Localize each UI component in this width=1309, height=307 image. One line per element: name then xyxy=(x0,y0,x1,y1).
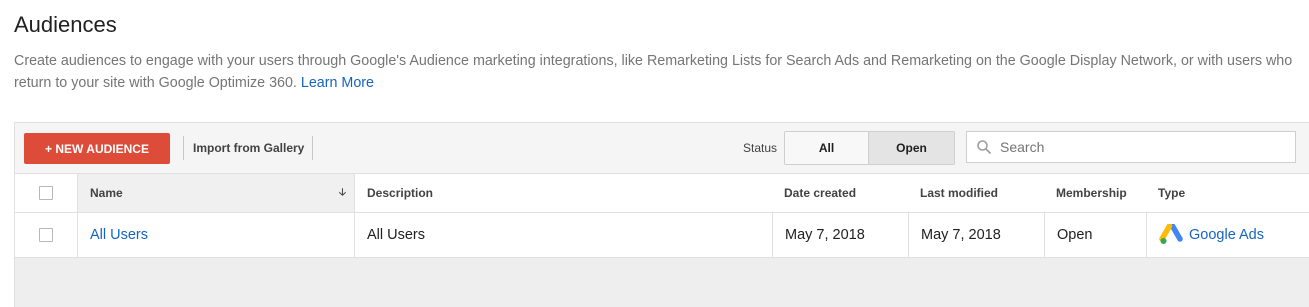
column-header-date-created[interactable]: Date created xyxy=(772,174,908,212)
learn-more-link[interactable]: Learn More xyxy=(301,75,374,91)
type-google-ads[interactable]: Google Ads xyxy=(1159,224,1264,246)
type-cell: Google Ads xyxy=(1146,213,1309,257)
row-select-cell xyxy=(15,213,77,257)
column-header-membership[interactable]: Membership xyxy=(1044,174,1146,212)
row-checkbox[interactable] xyxy=(39,228,53,242)
table-header: Name 🡣 Description Date created Last mod… xyxy=(15,174,1309,213)
column-header-label: Name xyxy=(90,186,123,200)
page-title: Audiences xyxy=(14,12,117,37)
status-all-button[interactable]: All xyxy=(785,132,868,164)
status-toggle: All Open xyxy=(784,131,955,165)
audiences-panel: + NEW AUDIENCE Import from Gallery Statu… xyxy=(14,122,1309,307)
import-from-gallery-button[interactable]: Import from Gallery xyxy=(193,141,304,155)
column-header-last-modified[interactable]: Last modified xyxy=(908,174,1044,212)
description-text: Create audiences to engage with your use… xyxy=(14,53,1293,91)
select-all-checkbox[interactable] xyxy=(39,186,53,200)
audience-name-link[interactable]: All Users xyxy=(90,227,148,243)
search-input[interactable] xyxy=(998,138,1282,156)
search-icon xyxy=(977,140,992,155)
column-header-name[interactable]: Name 🡣 xyxy=(77,174,355,212)
new-audience-button[interactable]: + NEW AUDIENCE xyxy=(24,133,170,164)
date-created: May 7, 2018 xyxy=(772,213,908,257)
divider xyxy=(183,136,184,160)
status-open-button[interactable]: Open xyxy=(868,132,954,164)
audience-name-cell: All Users xyxy=(77,213,355,257)
type-label: Google Ads xyxy=(1189,227,1264,243)
last-modified: May 7, 2018 xyxy=(908,213,1044,257)
page-description: Create audiences to engage with your use… xyxy=(14,50,1294,94)
search-box[interactable] xyxy=(966,131,1296,163)
sort-down-icon: 🡣 xyxy=(338,186,346,198)
table-row: All Users All Users May 7, 2018 May 7, 2… xyxy=(15,213,1309,258)
column-header-type[interactable]: Type xyxy=(1146,174,1309,212)
google-ads-icon xyxy=(1159,224,1183,244)
audience-description: All Users xyxy=(367,227,426,243)
toolbar: + NEW AUDIENCE Import from Gallery Statu… xyxy=(15,123,1309,174)
column-header-description[interactable]: Description xyxy=(355,174,772,212)
membership: Open xyxy=(1044,213,1146,257)
status-label: Status xyxy=(743,141,778,155)
select-all-cell xyxy=(15,174,77,212)
divider xyxy=(312,136,313,160)
